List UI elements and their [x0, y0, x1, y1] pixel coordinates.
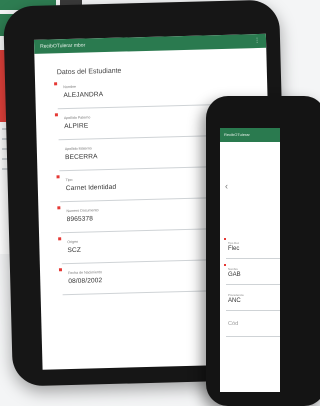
field-value: SCZ [67, 246, 82, 255]
required-marker [57, 206, 61, 210]
field-value: 08/08/2002 [68, 277, 103, 286]
required-marker [54, 113, 58, 117]
field-tipo[interactable]: Tipo Carnet Identidad [56, 170, 229, 203]
field-label: Origen [67, 239, 79, 245]
field-label: Apellido Materno [64, 146, 92, 152]
required-marker [58, 268, 63, 272]
field-value: 8965378 [66, 215, 94, 224]
app-title: RecibOTulerar mbor [40, 42, 86, 50]
field-value: Carnet Identidad [65, 183, 117, 193]
field-origen[interactable]: Origen SCZ [58, 232, 230, 265]
field-apellido-paterno[interactable]: Apellido Paterno ALPIRE [54, 108, 227, 141]
field-label: Nombre [63, 84, 77, 90]
field-value: ALEJANDRA [63, 91, 104, 100]
field-label: Tipo [65, 177, 73, 183]
field-codigo[interactable]: Cód [226, 318, 280, 337]
field-numero-documento[interactable]: Numero Documento 8965378 [57, 201, 229, 234]
required-marker [54, 82, 58, 86]
field-nombre[interactable]: Nombre ALEJANDRA [54, 77, 226, 110]
field-value: GAB [228, 272, 241, 278]
field-value: Flec [228, 246, 240, 252]
tablet-screen-secondary: RecibOTulerar ‹ Tipo Doc Flec Nombre GAB… [220, 128, 280, 392]
field-apellido-materno[interactable]: Apellido Materno BECERRA [58, 139, 228, 172]
field-label: Nombre [228, 267, 238, 271]
app-bar: RecibOTulerar mbor ⋮ [33, 33, 267, 54]
app-title: RecibOTulerar [224, 132, 250, 137]
required-marker [56, 175, 60, 179]
field-label: Numero Documento [66, 208, 99, 214]
field-label: Fecha de Nacimiento [68, 270, 103, 276]
field-placeholder: Cód [228, 321, 239, 327]
field-value: ALPIRE [64, 122, 89, 131]
field-tipo-doc[interactable]: Tipo Doc Flec [224, 238, 280, 259]
field-label: Tipo Doc [228, 241, 240, 245]
field-procedencia[interactable]: Procedencia ANC [226, 292, 280, 311]
more-vert-icon[interactable]: ⋮ [254, 34, 260, 48]
chevron-left-icon[interactable]: ‹ [225, 180, 237, 192]
required-marker [224, 238, 226, 240]
required-marker [224, 264, 226, 266]
field-nombre-secondary[interactable]: Nombre GAB [224, 264, 280, 285]
field-value: BECERRA [64, 153, 98, 162]
field-label: Procedencia [228, 293, 244, 297]
section-title: Datos del Estudiante [56, 67, 122, 77]
field-label: Apellido Paterno [63, 115, 91, 121]
app-bar: RecibOTulerar [220, 128, 280, 142]
field-value: ANC [228, 298, 241, 304]
required-marker [58, 237, 62, 241]
